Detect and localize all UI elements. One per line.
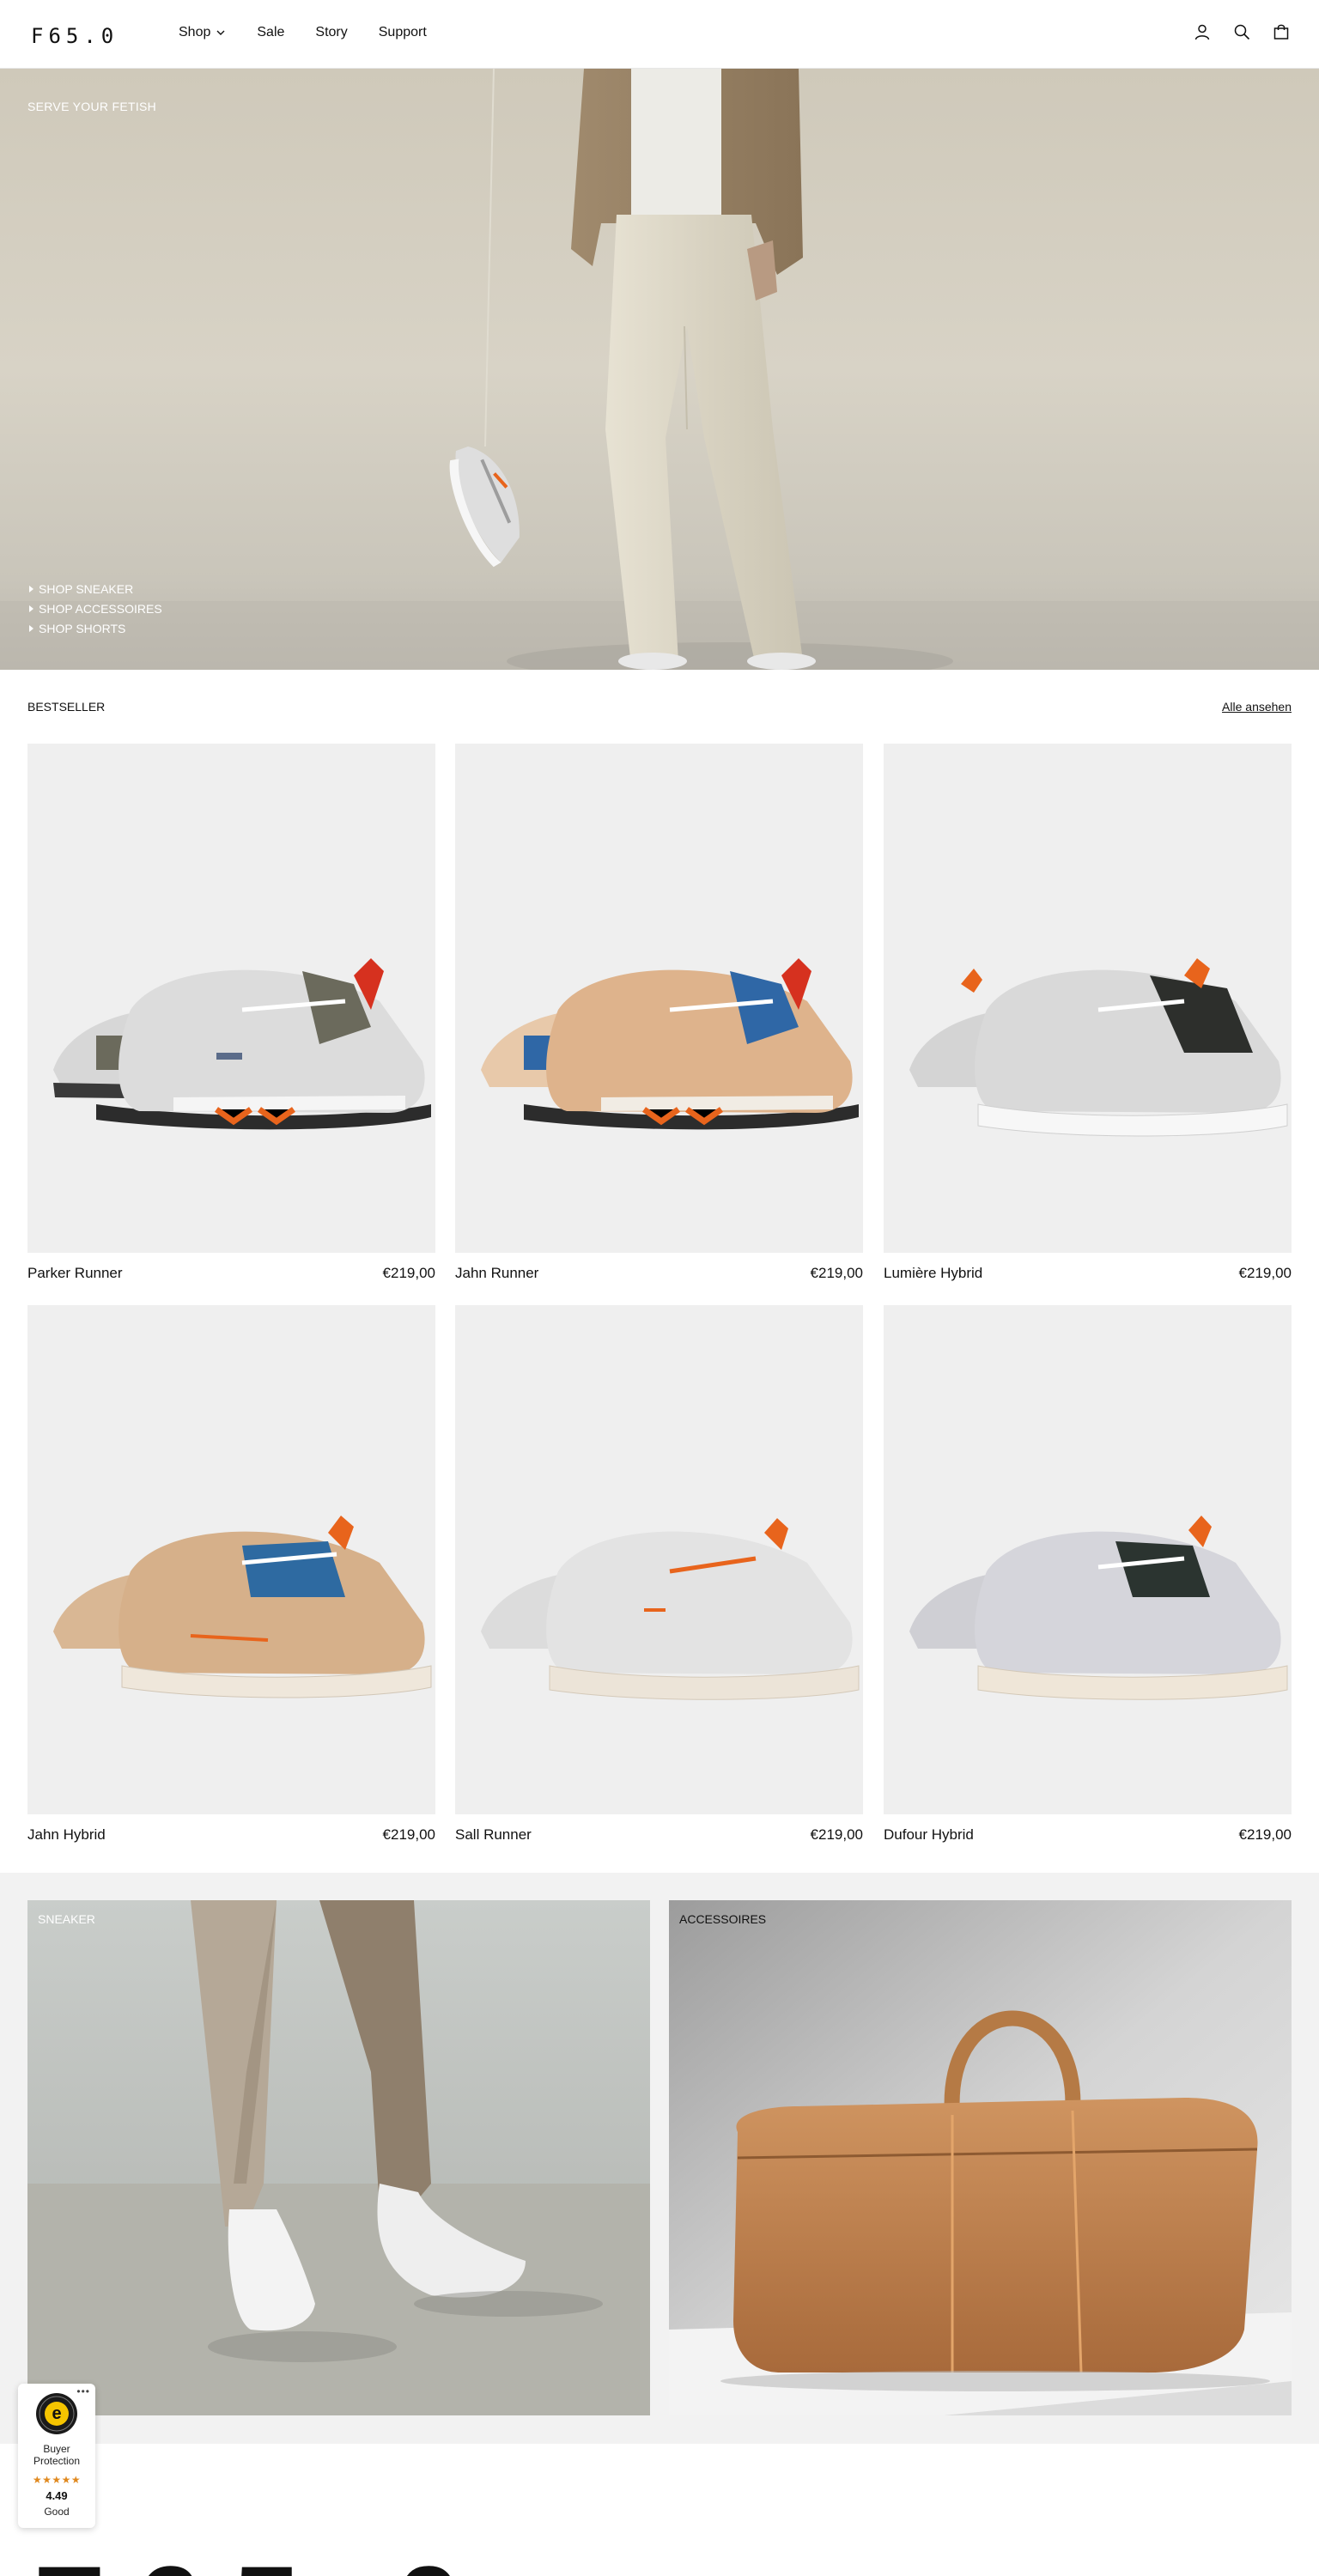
hero-banner[interactable]: SERVE YOUR FETISH SHOP SNEAKER SHOP ACCE… [0, 69, 1319, 670]
view-all-link[interactable]: Alle ansehen [1222, 700, 1292, 714]
nav-story[interactable]: Story [315, 25, 347, 40]
product-card[interactable]: Jahn Runner €219,00 [455, 744, 863, 1282]
rating-text: Good [44, 2506, 70, 2518]
seal-letter: e [52, 2404, 62, 2423]
bestseller-header: BESTSELLER Alle ansehen [27, 700, 1292, 714]
product-card[interactable]: Sall Runner €219,00 [455, 1305, 863, 1844]
footer-wordmark: F65.0 [31, 2549, 493, 2576]
product-price: €219,00 [810, 1826, 863, 1843]
hero-links: SHOP SNEAKER SHOP ACCESSOIRES SHOP SHORT… [29, 582, 162, 635]
triangle-right-icon [29, 625, 33, 632]
search-icon[interactable] [1233, 23, 1250, 40]
shop-sneaker-label: SHOP SNEAKER [39, 582, 134, 596]
product-price: €219,00 [382, 1265, 435, 1281]
product-name: Parker Runner [27, 1265, 123, 1281]
protection-label: Protection [33, 2455, 81, 2467]
sneaker-illustration [481, 1518, 860, 1700]
sneaker-category-image [27, 1900, 650, 2415]
shop-sneaker-link[interactable]: SHOP SNEAKER [29, 582, 162, 596]
nav-support-label: Support [378, 25, 427, 39]
cart-icon[interactable] [1273, 23, 1290, 40]
category-accessoires[interactable]: ACCESSOIRES [669, 1900, 1292, 2415]
product-price: €219,00 [1238, 1265, 1292, 1281]
product-meta: Parker Runner €219,00 [27, 1265, 435, 1282]
product-meta: Sall Runner €219,00 [455, 1826, 863, 1844]
product-price: €219,00 [382, 1826, 435, 1843]
product-card[interactable]: Jahn Hybrid €219,00 [27, 1305, 435, 1844]
product-image [884, 744, 1292, 1253]
sneaker-illustration [909, 1516, 1288, 1700]
rating-score: 4.49 [46, 2489, 68, 2502]
brand-logo[interactable]: F65.0 [31, 24, 119, 48]
product-name: Jahn Hybrid [27, 1826, 106, 1843]
nav-sale-label: Sale [257, 25, 285, 39]
nav-sale[interactable]: Sale [257, 25, 284, 40]
product-image [455, 1305, 863, 1814]
nav-story-label: Story [315, 25, 348, 39]
product-card[interactable]: Parker Runner €219,00 [27, 744, 435, 1282]
product-image [884, 1305, 1292, 1814]
product-meta: Jahn Hybrid €219,00 [27, 1826, 435, 1844]
category-sneaker[interactable]: SNEAKER [27, 1900, 650, 2415]
product-name: Jahn Runner [455, 1265, 539, 1281]
product-meta: Lumière Hybrid €219,00 [884, 1265, 1292, 1282]
buyer-label: Buyer [43, 2443, 70, 2455]
nav-shop[interactable]: Shop [179, 25, 226, 40]
nav-shop-label: Shop [179, 25, 211, 39]
sneaker-illustration [53, 1516, 432, 1698]
section-title: BESTSELLER [27, 700, 106, 714]
sneaker-illustration [53, 958, 431, 1130]
product-meta: Dufour Hybrid €219,00 [884, 1826, 1292, 1844]
more-options-icon[interactable]: ••• [76, 2385, 90, 2397]
header-actions [1194, 23, 1290, 40]
product-name: Lumière Hybrid [884, 1265, 983, 1281]
product-name: Sall Runner [455, 1826, 532, 1843]
site-header: F65.0 Shop Sale Story Support [0, 0, 1319, 69]
product-image [27, 744, 435, 1253]
main-nav: Shop Sale Story Support [179, 25, 427, 40]
product-price: €219,00 [810, 1265, 863, 1281]
hero-image [0, 69, 1319, 670]
product-image [455, 744, 863, 1253]
sneaker-illustration [481, 958, 859, 1130]
shop-accessoires-link[interactable]: SHOP ACCESSOIRES [29, 602, 162, 616]
nav-support[interactable]: Support [379, 25, 427, 40]
chevron-down-icon [216, 30, 225, 35]
triangle-right-icon [29, 586, 33, 592]
rating-stars-icon: ★★★★★ [32, 2474, 82, 2486]
shop-accessoires-label: SHOP ACCESSOIRES [39, 602, 162, 616]
accessoires-category-image [669, 1900, 1292, 2415]
trust-badge[interactable]: ••• e Buyer Protection ★★★★★ 4.49 Good [18, 2384, 95, 2528]
account-icon[interactable] [1194, 23, 1211, 40]
triangle-right-icon [29, 605, 33, 612]
product-card[interactable]: Lumière Hybrid €219,00 [884, 744, 1292, 1282]
product-image [27, 1305, 435, 1814]
product-meta: Jahn Runner €219,00 [455, 1265, 863, 1282]
shop-shorts-link[interactable]: SHOP SHORTS [29, 622, 162, 635]
category-label: SNEAKER [38, 1912, 95, 1926]
product-price: €219,00 [1238, 1826, 1292, 1843]
shop-shorts-label: SHOP SHORTS [39, 622, 126, 635]
hero-tagline: SERVE YOUR FETISH [27, 100, 157, 113]
sneaker-illustration [909, 958, 1288, 1137]
product-card[interactable]: Dufour Hybrid €219,00 [884, 1305, 1292, 1844]
product-name: Dufour Hybrid [884, 1826, 974, 1843]
category-label: ACCESSOIRES [679, 1912, 767, 1926]
